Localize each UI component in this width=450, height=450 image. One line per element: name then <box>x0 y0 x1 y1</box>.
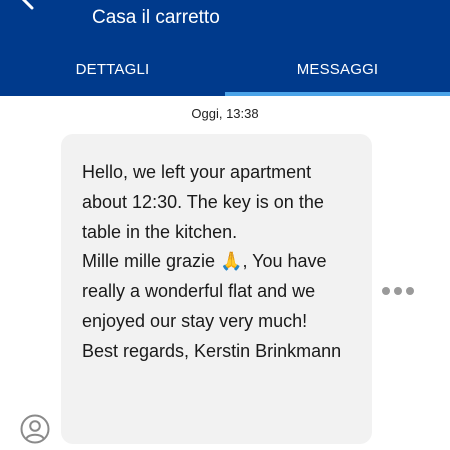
tab-bar: DETTAGLI MESSAGGI <box>0 48 450 96</box>
more-horizontal-icon[interactable] <box>382 285 414 297</box>
tab-messaggi[interactable]: MESSAGGI <box>225 48 450 96</box>
app-header: Casa il carretto DETTAGLI MESSAGGI <box>0 0 450 96</box>
message-bubble[interactable]: Hello, we left your apartment about 12:3… <box>61 134 372 444</box>
message-timestamp: Oggi, 13:38 <box>191 106 259 121</box>
tab-dettagli-label: DETTAGLI <box>75 60 150 78</box>
tab-selected-indicator <box>225 92 450 96</box>
tab-dettagli[interactable]: DETTAGLI <box>0 48 225 96</box>
message-text: Hello, we left your apartment about 12:3… <box>82 162 342 361</box>
tab-messaggi-label: MESSAGGI <box>296 60 379 78</box>
user-avatar-icon[interactable] <box>20 414 50 444</box>
back-arrow-icon[interactable] <box>18 0 50 14</box>
page-title: Casa il carretto <box>92 7 220 28</box>
